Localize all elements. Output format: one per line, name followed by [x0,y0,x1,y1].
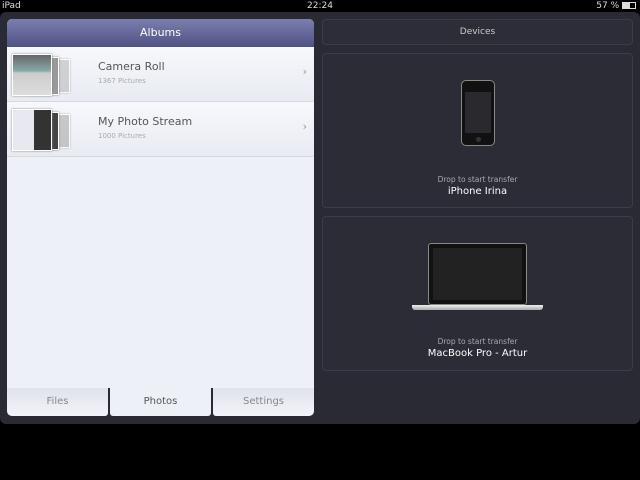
drop-hint: Drop to start transfer [437,337,518,346]
tab-files[interactable]: Files [7,388,108,416]
drop-hint: Drop to start transfer [437,175,518,184]
album-thumbnails [12,54,102,96]
album-my-photo-stream[interactable]: My Photo Stream 1000 Pictures › [7,102,314,157]
device-name: MacBook Pro - Artur [427,348,528,359]
battery-icon [622,2,636,9]
device-macbook-pro-artur[interactable]: Drop to start transfer MacBook Pro - Art… [322,216,633,371]
tab-settings[interactable]: Settings [213,388,314,416]
device-name: iPhone Irina [447,186,508,197]
album-thumbnails [12,109,102,151]
device-iphone-irina[interactable]: Drop to start transfer iPhone Irina [322,53,633,208]
chevron-right-icon: › [302,120,307,133]
album-name: My Photo Stream [98,115,193,128]
clock: 22:24 [307,1,333,11]
tab-bar: Files Photos Settings [7,388,314,416]
albums-panel: Albums Camera Roll 1367 Pictures › My Ph… [7,19,314,416]
album-count: 1367 Pictures [98,77,146,85]
album-count: 1000 Pictures [98,132,146,140]
status-bar: iPad 22:24 57 % [0,0,640,12]
albums-title: Albums [7,19,314,47]
album-camera-roll[interactable]: Camera Roll 1367 Pictures › [7,47,314,102]
devices-title: Devices [322,19,633,45]
tab-photos[interactable]: Photos [110,388,211,416]
chevron-right-icon: › [302,65,307,78]
iphone-icon [461,80,495,146]
battery-label: 57 % [596,0,636,12]
album-name: Camera Roll [98,60,165,73]
